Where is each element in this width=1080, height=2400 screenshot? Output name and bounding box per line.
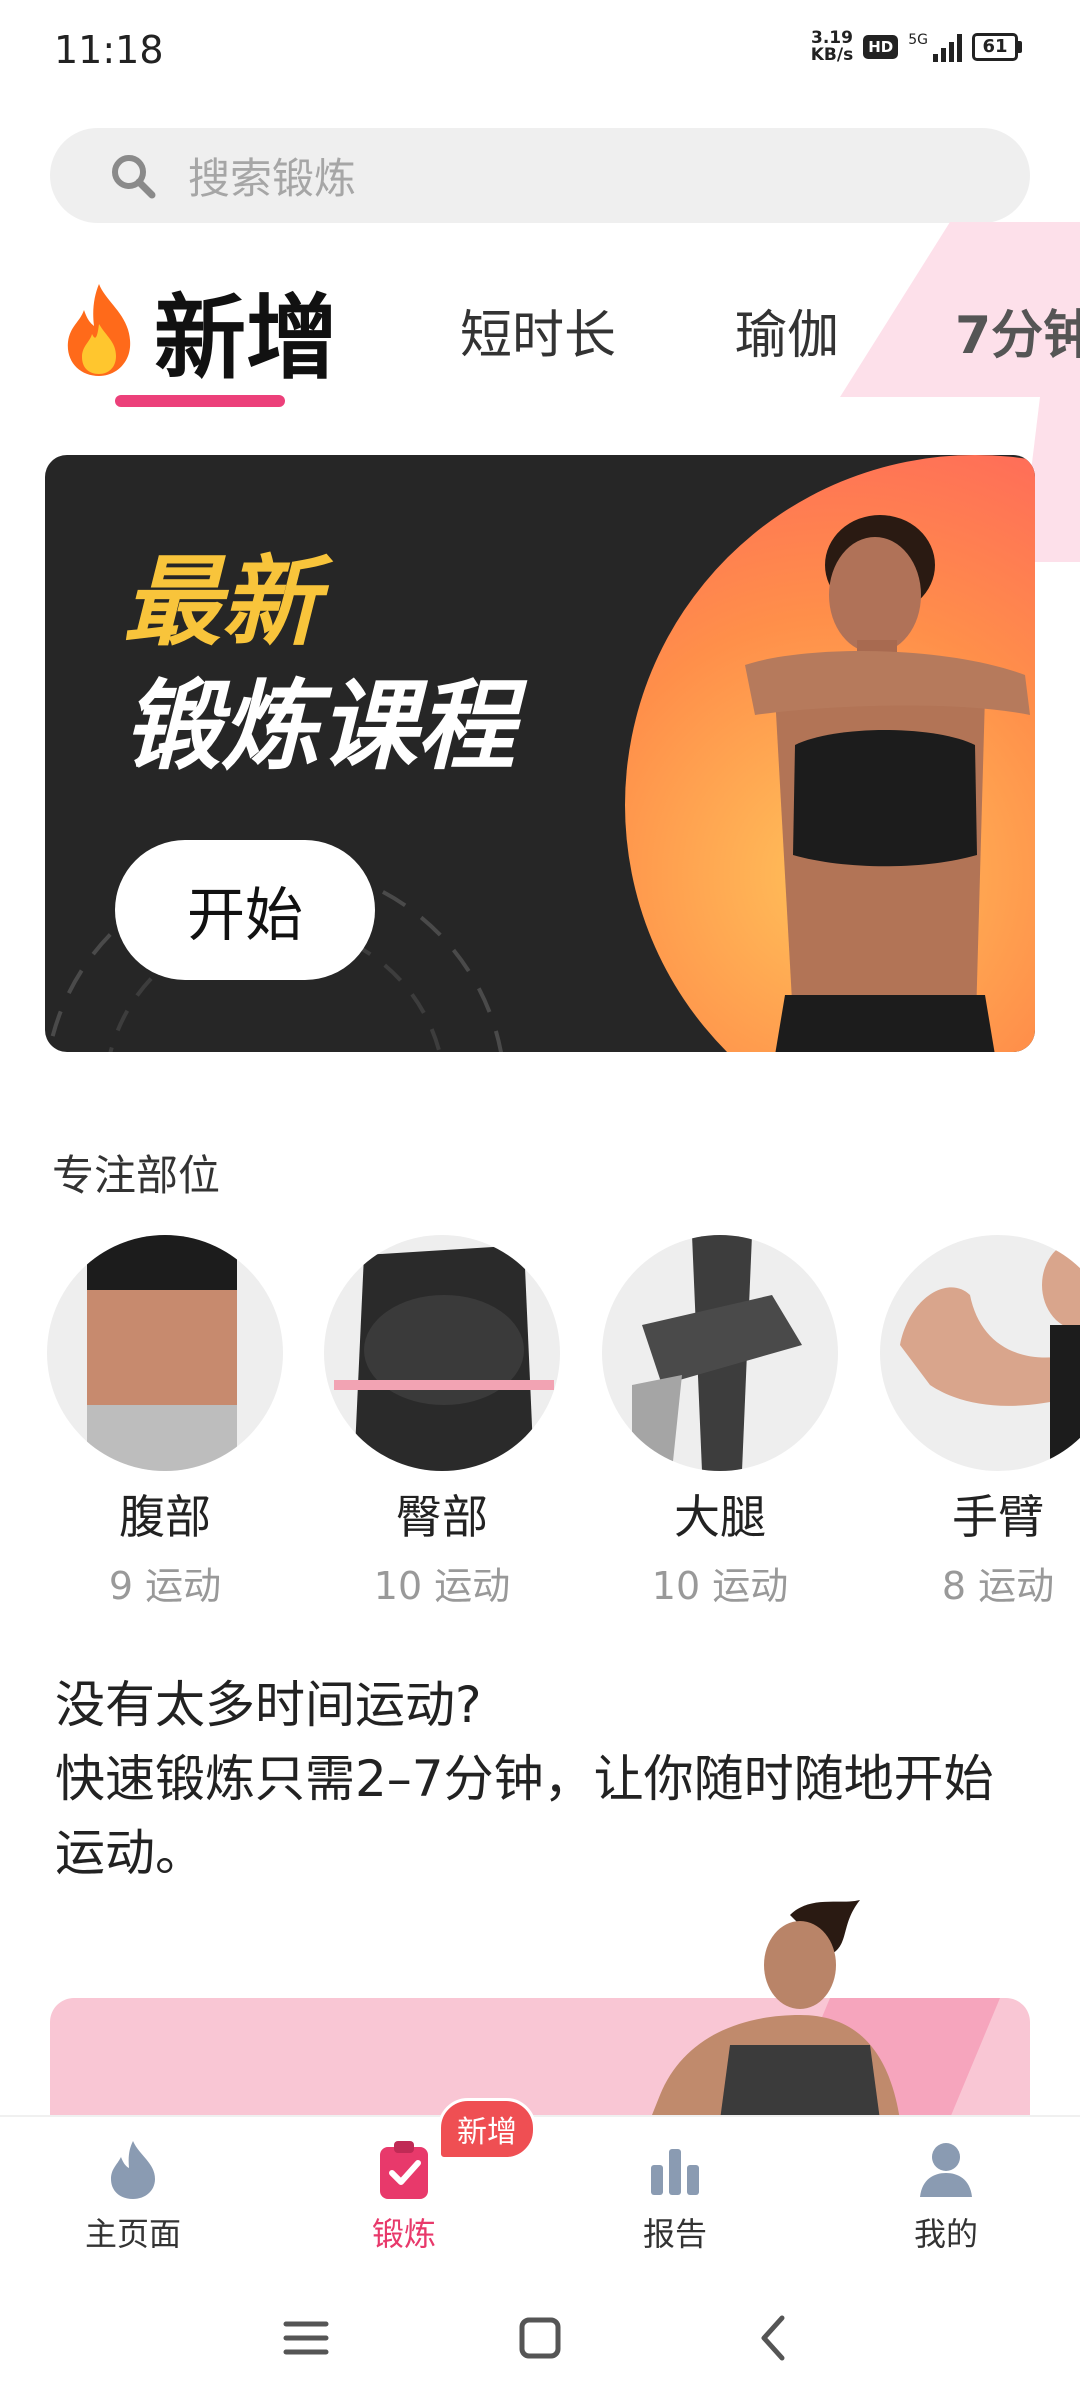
- status-bar: 11:18 3.19 KB/s HD 5G 61: [0, 0, 1080, 110]
- quick-workout-line2: 快速锻炼只需2–7分钟，让你随时随地开始运动。: [55, 1750, 994, 1882]
- hd-badge: HD: [863, 35, 899, 59]
- focus-count: 9 运动: [108, 1564, 222, 1605]
- nav-profile-label: 我的: [913, 2215, 978, 2253]
- nav-profile[interactable]: 我的: [846, 2137, 1046, 2255]
- nav-home-label: 主页面: [84, 2215, 181, 2253]
- focus-name: 大腿: [674, 1490, 766, 1544]
- arms-image: [880, 1235, 1080, 1471]
- person-icon: [920, 2143, 972, 2197]
- status-indicators: 3.19 KB/s HD 5G 61: [811, 30, 1022, 64]
- focus-areas-list: 腹部 9 运动 臀部 10 运动 大腿 10 运动 手臂 8 运动: [0, 1235, 1080, 1605]
- tab-short-duration-label: 短时长: [460, 305, 617, 366]
- category-tabs: 新增 短时长 瑜伽 7分钟: [0, 265, 1080, 415]
- nav-workout-label: 锻炼: [371, 2215, 436, 2253]
- status-time: 11:18: [54, 28, 164, 72]
- woman-stretching-image: [745, 515, 1030, 1052]
- tab-short-duration[interactable]: 短时长: [460, 265, 616, 395]
- search-placeholder: 搜索锻炼: [188, 154, 357, 203]
- network-speed-unit: KB/s: [810, 45, 854, 65]
- search-input[interactable]: 搜索锻炼: [50, 128, 1030, 223]
- runner-woman-image: [650, 1900, 900, 2120]
- focus-count: 10 运动: [651, 1564, 789, 1605]
- tab-7-minutes[interactable]: 7分钟: [955, 265, 1080, 395]
- clipboard-check-icon: [380, 2141, 428, 2199]
- focus-areas-title: 专注部位: [52, 1151, 221, 1200]
- banner-title-courses: 锻炼课程: [123, 670, 516, 784]
- focus-count: 8 运动: [941, 1564, 1055, 1605]
- abs-image: [47, 1235, 283, 1471]
- focus-name: 臀部: [396, 1490, 488, 1544]
- glutes-image: [324, 1235, 560, 1471]
- back-icon[interactable]: [744, 2308, 804, 2368]
- focus-item-arms[interactable]: 手臂 8 运动: [878, 1235, 1080, 1605]
- tab-yoga-label: 瑜伽: [735, 305, 840, 366]
- nav-report-label: 报告: [642, 2215, 707, 2253]
- start-button[interactable]: 开始: [115, 840, 375, 980]
- battery-icon: 61: [972, 33, 1022, 61]
- quick-workout-description: 没有太多时间运动? 快速锻炼只需2–7分钟，让你随时随地开始运动。: [55, 1668, 1035, 1890]
- thighs-image: [602, 1235, 838, 1471]
- search-icon: [112, 154, 156, 198]
- nav-report[interactable]: 报告: [575, 2137, 775, 2255]
- flame-icon: [111, 2141, 155, 2199]
- new-workout-banner[interactable]: 最新 锻炼课程 开始: [45, 455, 1035, 1052]
- focus-item-abs[interactable]: 腹部 9 运动: [45, 1235, 285, 1605]
- signal-icon: 5G: [908, 32, 962, 62]
- tab-yoga[interactable]: 瑜伽: [735, 265, 839, 395]
- home-square-icon[interactable]: [510, 2308, 570, 2368]
- focus-count: 10 运动: [373, 1564, 511, 1605]
- focus-item-thighs[interactable]: 大腿 10 运动: [600, 1235, 840, 1605]
- focus-name: 手臂: [952, 1490, 1044, 1544]
- menu-icon[interactable]: [276, 2308, 336, 2368]
- fire-icon: [67, 284, 131, 376]
- banner-title-latest: 最新: [123, 546, 320, 660]
- focus-name: 腹部: [119, 1490, 211, 1544]
- quick-workout-line1: 没有太多时间运动?: [55, 1676, 482, 1734]
- tab-new-label: 新增: [154, 284, 339, 392]
- network-type-label: 5G: [908, 32, 928, 48]
- system-navigation-bar: [0, 2270, 1080, 2400]
- bar-chart-icon: [651, 2149, 699, 2195]
- focus-item-glutes[interactable]: 臀部 10 运动: [322, 1235, 562, 1605]
- nav-home[interactable]: 主页面: [33, 2137, 233, 2255]
- active-tab-indicator: [115, 395, 285, 407]
- tab-new[interactable]: 新增: [62, 265, 338, 395]
- bottom-navigation: 主页面 锻炼 报告 我的: [0, 2115, 1080, 2270]
- new-badge: 新增: [438, 2098, 536, 2160]
- tab-7-minutes-label: 7分钟: [955, 305, 1080, 366]
- battery-level: 61: [972, 33, 1018, 61]
- network-speed: 3.19 KB/s: [811, 30, 853, 64]
